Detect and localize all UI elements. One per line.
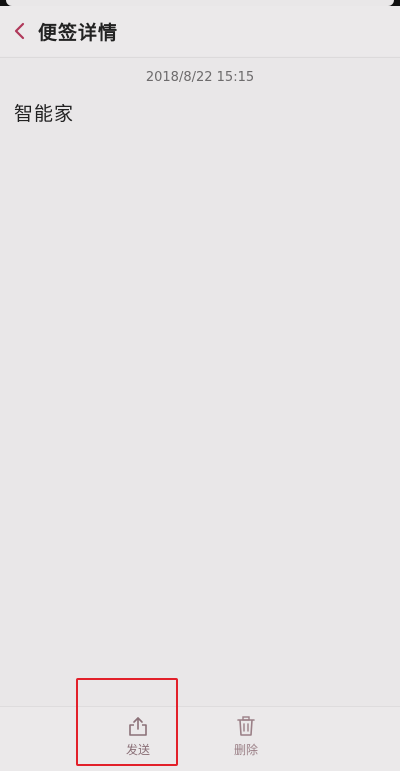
note-detail-screen: 便签详情 2018/8/22 15:15 智能家 发送 删除 [0, 0, 400, 771]
send-button[interactable]: 发送 [98, 715, 178, 765]
delete-label: 删除 [233, 743, 258, 757]
send-label: 发送 [125, 743, 150, 757]
trash-icon [237, 716, 255, 736]
chevron-left-icon [14, 22, 25, 40]
bottom-action-bar: 发送 删除 [0, 706, 400, 771]
share-icon [129, 717, 147, 736]
page-title: 便签详情 [38, 21, 119, 44]
delete-button[interactable]: 删除 [206, 715, 286, 765]
header-divider [0, 57, 400, 58]
app-header: 便签详情 [0, 6, 400, 56]
back-button[interactable] [2, 9, 38, 53]
note-timestamp: 2018/8/22 15:15 [145, 70, 255, 85]
note-content-editor[interactable]: 智能家 [14, 99, 384, 679]
